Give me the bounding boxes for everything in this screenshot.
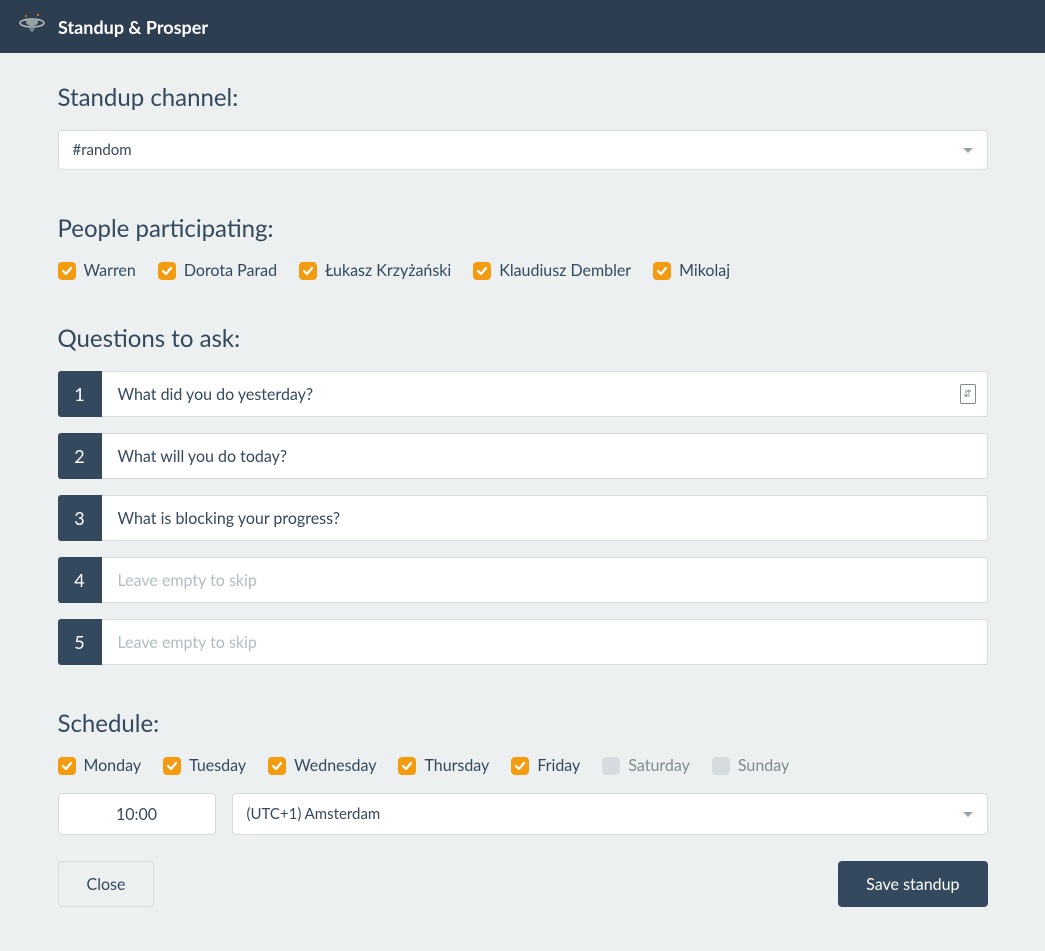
question-input[interactable]	[102, 433, 988, 479]
question-number: 5	[58, 619, 102, 665]
channel-section: Standup channel: #random	[58, 83, 988, 170]
person-name: Warren	[84, 261, 136, 280]
question-number: 4	[58, 557, 102, 603]
checkbox-icon	[398, 757, 416, 775]
question-row: 1⇵	[58, 371, 988, 417]
save-standup-button[interactable]: Save standup	[838, 861, 987, 907]
close-button[interactable]: Close	[58, 861, 155, 907]
person-checkbox[interactable]: Warren	[58, 261, 136, 280]
day-checkbox[interactable]: Saturday	[602, 756, 690, 775]
question-input[interactable]	[102, 371, 988, 417]
questions-section: Questions to ask: 1⇵2345	[58, 324, 988, 665]
checkbox-icon	[511, 757, 529, 775]
day-checkbox[interactable]: Thursday	[398, 756, 489, 775]
person-name: Dorota Parad	[184, 261, 277, 280]
day-name: Monday	[84, 756, 142, 775]
day-checkbox[interactable]: Sunday	[712, 756, 789, 775]
checkbox-icon	[158, 262, 176, 280]
question-input[interactable]	[102, 619, 988, 665]
checkbox-icon	[58, 757, 76, 775]
day-name: Sunday	[738, 756, 789, 775]
question-number: 2	[58, 433, 102, 479]
checkbox-icon	[473, 262, 491, 280]
day-checkbox[interactable]: Tuesday	[163, 756, 246, 775]
question-number: 3	[58, 495, 102, 541]
person-name: Łukasz Krzyżański	[325, 261, 451, 280]
question-row: 4	[58, 557, 988, 603]
question-row: 5	[58, 619, 988, 665]
checkbox-icon	[58, 262, 76, 280]
day-name: Friday	[537, 756, 580, 775]
caret-down-icon	[963, 812, 973, 817]
checkbox-icon	[299, 262, 317, 280]
question-row: 3	[58, 495, 988, 541]
person-checkbox[interactable]: Dorota Parad	[158, 261, 277, 280]
person-name: Mikolaj	[679, 261, 730, 280]
people-section: People participating: Warren Dorota Parad…	[58, 214, 988, 280]
person-checkbox[interactable]: Mikolaj	[653, 261, 730, 280]
app-title: Standup & Prosper	[58, 16, 208, 38]
question-input[interactable]	[102, 495, 988, 541]
channel-label: Standup channel:	[58, 83, 988, 112]
schedule-section: Schedule: Monday Tuesday Wednesday Thursday…	[58, 709, 988, 907]
timezone-select[interactable]: (UTC+1) Amsterdam	[232, 793, 988, 835]
person-name: Klaudiusz Dembler	[499, 261, 631, 280]
question-row: 2	[58, 433, 988, 479]
checkbox-icon	[268, 757, 286, 775]
schedule-label: Schedule:	[58, 709, 988, 738]
timezone-value: (UTC+1) Amsterdam	[247, 805, 381, 823]
channel-select[interactable]: #random	[58, 130, 988, 170]
question-input[interactable]	[102, 557, 988, 603]
top-bar: Standup & Prosper	[0, 0, 1045, 53]
question-number: 1	[58, 371, 102, 417]
person-checkbox[interactable]: Łukasz Krzyżański	[299, 261, 451, 280]
questions-label: Questions to ask:	[58, 324, 988, 353]
day-name: Saturday	[628, 756, 690, 775]
day-checkbox[interactable]: Friday	[511, 756, 580, 775]
day-checkbox[interactable]: Monday	[58, 756, 142, 775]
channel-value: #random	[73, 141, 132, 159]
checkbox-icon	[163, 757, 181, 775]
caret-down-icon	[963, 148, 973, 153]
day-name: Thursday	[424, 756, 489, 775]
people-label: People participating:	[58, 214, 988, 243]
checkbox-icon	[712, 757, 730, 775]
checkbox-icon	[653, 262, 671, 280]
app-logo-icon	[16, 11, 48, 43]
person-checkbox[interactable]: Klaudiusz Dembler	[473, 261, 631, 280]
drag-handle-icon[interactable]: ⇵	[960, 384, 976, 404]
day-checkbox[interactable]: Wednesday	[268, 756, 376, 775]
checkbox-icon	[602, 757, 620, 775]
time-input[interactable]	[58, 793, 216, 835]
day-name: Wednesday	[294, 756, 376, 775]
day-name: Tuesday	[189, 756, 246, 775]
